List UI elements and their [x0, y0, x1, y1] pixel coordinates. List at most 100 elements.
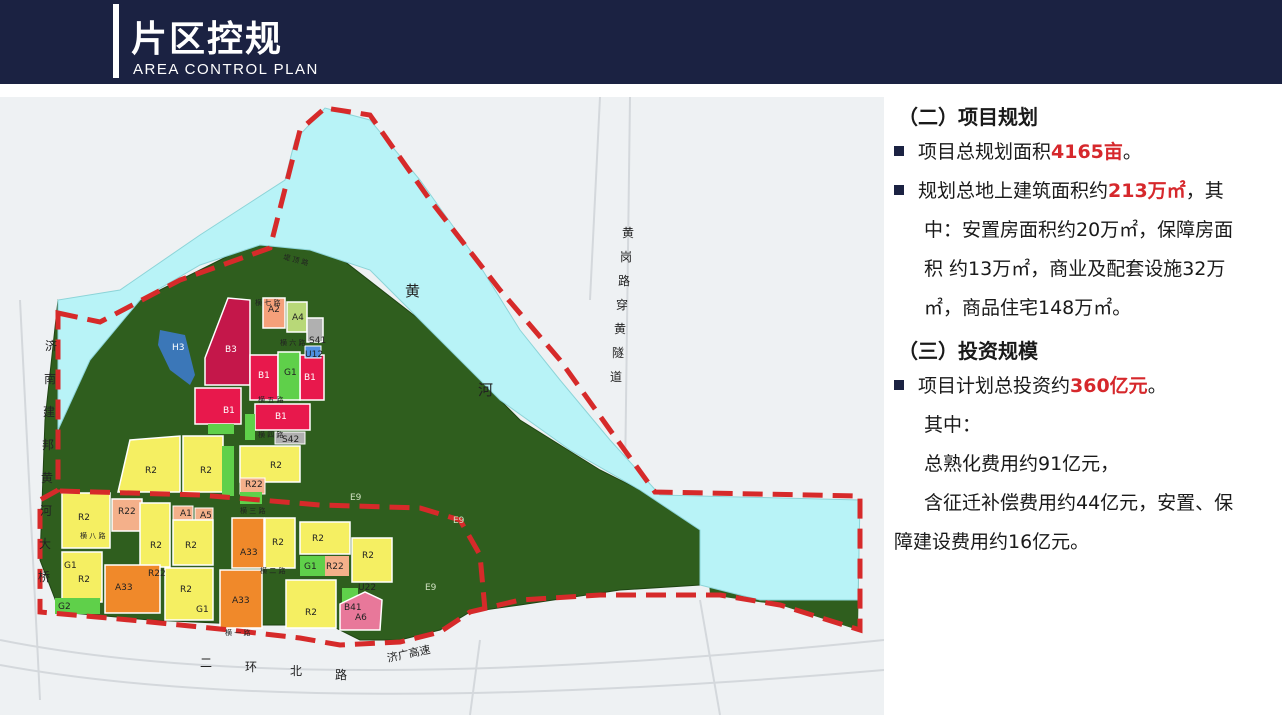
tunnel-label-char: 道 — [610, 370, 622, 384]
jinan-label-char: 建 — [43, 405, 55, 419]
erhuan-label-char: 环 — [245, 660, 257, 674]
parcel-G1-mid — [208, 424, 234, 434]
label-river-2: 河 — [478, 381, 493, 399]
label-G1a: G1 — [196, 605, 209, 615]
label-R2g: R2 — [272, 538, 284, 548]
item-building-area-line4: ㎡，商品住宅148万㎡。 — [924, 297, 1132, 319]
item-building-area-line3: 积 约13万㎡，商业及配套设施32万 — [924, 258, 1226, 280]
label-U12: U12 — [305, 350, 323, 360]
jinan-label-char: 邦 — [42, 438, 54, 452]
label-E9c: E9 — [425, 583, 437, 593]
label-G1s: G1 — [304, 562, 317, 572]
label-U22: U22 — [358, 583, 376, 593]
tunnel-label-char: 隧 — [612, 345, 624, 360]
header-bar: 片区控规 AREA CONTROL PLAN — [0, 0, 1282, 84]
label-R2k: R2 — [180, 585, 192, 595]
square-bullet-icon — [894, 380, 904, 390]
tunnel-label-char: 穿 — [616, 297, 628, 312]
label-E9a: E9 — [350, 493, 362, 503]
label-A6: A6 — [355, 613, 367, 623]
label-heng-er: 横 二 路 — [260, 566, 285, 575]
label-B1: B1 — [223, 406, 235, 416]
label-R2h: R2 — [312, 534, 324, 544]
label-B3: B3 — [225, 345, 237, 355]
item-building-area-line2: 中：安置房面积约20万㎡，保障房面 — [924, 219, 1234, 241]
label-R22c: R22 — [326, 562, 344, 572]
item-investment-line3: 总熟化费用约91亿元， — [924, 453, 1120, 475]
tunnel-label-char: 黄 — [622, 226, 634, 240]
label-R22: R22 — [245, 480, 263, 490]
parcel-G1-mid3 — [222, 446, 234, 496]
label-A4: A4 — [292, 313, 304, 323]
label-A33b: A33 — [115, 583, 133, 593]
label-G2: G2 — [58, 602, 71, 612]
section-2-heading: （二）项目规划 — [898, 105, 1038, 129]
label-R2b: R2 — [200, 466, 212, 476]
jinan-label-char: 河 — [40, 504, 52, 518]
item-building-area: 规划总地上建筑面积约213万㎡，其 — [894, 174, 1279, 208]
title-accent-bar — [113, 4, 119, 78]
label-B1b: B1 — [258, 371, 270, 381]
label-B1d: B1 — [275, 412, 287, 422]
label-R2l: R2 — [305, 608, 317, 618]
item-investment-line5: 障建设费用约16亿元。 — [894, 531, 1090, 553]
square-bullet-icon — [894, 185, 904, 195]
item-total-area: 项目总规划面积4165亩。 — [894, 135, 1279, 169]
label-S42: S42 — [282, 435, 299, 445]
label-heng-liu: 横 六 路 — [280, 338, 305, 347]
label-R2j: R2 — [78, 575, 90, 585]
jinan-label-char: 济 — [45, 338, 57, 353]
tunnel-label-char: 岗 — [620, 250, 632, 264]
item-investment-line2: 其中： — [924, 414, 982, 436]
label-A1: A1 — [180, 509, 192, 519]
tunnel-label-char: 路 — [618, 273, 630, 288]
erhuan-label-char: 路 — [335, 667, 347, 682]
label-A33: A33 — [240, 548, 258, 558]
square-bullet-icon — [894, 146, 904, 156]
label-heng-san: 横 三 路 — [240, 506, 265, 515]
jinan-label-char: 南 — [44, 371, 56, 386]
page-subtitle: AREA CONTROL PLAN — [133, 61, 319, 78]
parcel-R2-s9 — [285, 579, 337, 629]
label-river-1: 黄 — [405, 282, 420, 300]
parcel-A33-a — [231, 517, 265, 569]
label-H3: H3 — [172, 343, 185, 353]
label-heng-yi: 横 一 路 — [225, 628, 250, 637]
tunnel-label-char: 黄 — [614, 322, 626, 336]
erhuan-label-char: 北 — [290, 664, 302, 678]
label-B1c: B1 — [304, 373, 316, 383]
label-E9b: E9 — [453, 516, 465, 526]
label-R2i: R2 — [362, 551, 374, 561]
parcel-G1-mid2 — [245, 414, 255, 440]
section-3-heading: （三）投资规模 — [898, 339, 1038, 363]
label-R2: R2 — [145, 466, 157, 476]
label-R22b: R22 — [118, 507, 136, 517]
item-total-investment: 项目计划总投资约360亿元。 — [894, 369, 1279, 403]
label-heng-qi: 横 七 路 — [255, 298, 280, 307]
parcel-R2-s2 — [139, 502, 171, 568]
label-R2e: R2 — [150, 541, 162, 551]
label-S41: S41 — [309, 336, 326, 346]
label-R2d: R2 — [78, 513, 90, 523]
label-G1n: G1 — [284, 368, 297, 378]
jinan-label-char: 桥 — [38, 570, 50, 584]
label-heng-si: 横 四 路 — [258, 430, 283, 439]
item-investment-line4: 含征迁补偿费用约44亿元，安置、保 — [924, 492, 1234, 514]
page-title: 片区控规 — [131, 19, 284, 60]
jinan-label-char: 黄 — [41, 471, 53, 485]
label-heng-wu: 横 五 路 — [258, 395, 283, 404]
label-B41: B41 — [344, 603, 362, 613]
jinan-label-char: 大 — [39, 537, 51, 551]
label-R22d: R22 — [148, 569, 166, 579]
parcel-R2-s5 — [299, 521, 351, 555]
label-R2c: R2 — [270, 461, 282, 471]
label-G1b: G1 — [64, 561, 77, 571]
label-A33c: A33 — [232, 596, 250, 606]
erhuan-label-char: 二 — [200, 656, 212, 670]
parcel-R2-mid2 — [182, 435, 224, 493]
control-plan-map: R2 R2 R2 R22 R2 R22 R2 A1 A5 R2 A33 R2 R… — [0, 97, 884, 715]
label-R2f: R2 — [185, 541, 197, 551]
label-A5: A5 — [200, 511, 212, 521]
label-heng-ba: 横 八 路 — [80, 531, 105, 540]
map-svg: R2 R2 R2 R22 R2 R22 R2 A1 A5 R2 A33 R2 R… — [0, 97, 884, 715]
